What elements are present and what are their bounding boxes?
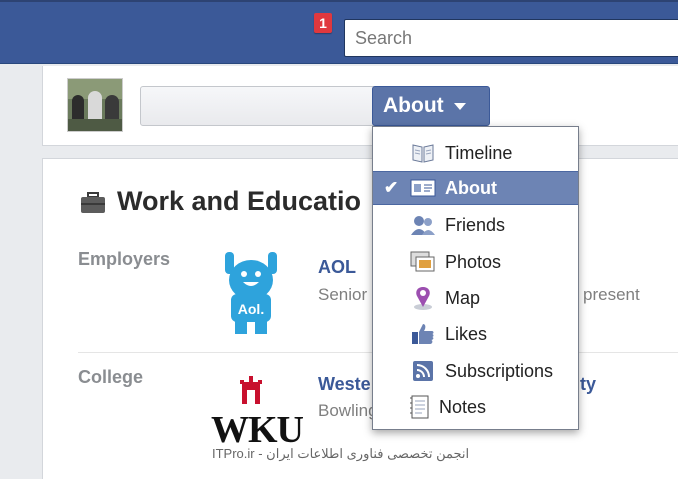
rss-icon xyxy=(410,358,436,384)
menu-item-about[interactable]: ✔ About xyxy=(373,171,578,205)
employer-dates-text: present xyxy=(583,285,640,304)
friends-icon xyxy=(410,212,436,238)
search-box[interactable] xyxy=(344,19,678,57)
menu-item-photos[interactable]: Photos xyxy=(373,245,578,279)
employer-role-text: Senior xyxy=(318,285,368,304)
employer-link[interactable]: AOL xyxy=(318,257,356,278)
like-thumb-icon xyxy=(410,321,436,347)
menu-item-timeline[interactable]: Timeline xyxy=(373,136,578,170)
menu-item-label: Likes xyxy=(445,323,488,344)
college-location-text: Bowling xyxy=(318,401,378,420)
aol-logo[interactable]: Aol. xyxy=(221,250,281,336)
about-id-card-icon xyxy=(410,175,436,201)
college-link-tail[interactable]: ty xyxy=(580,374,596,395)
college-link[interactable]: Weste xyxy=(318,374,371,395)
about-tab-button[interactable]: About xyxy=(372,86,490,126)
menu-item-label: Subscriptions xyxy=(445,360,554,381)
menu-item-subscriptions[interactable]: Subscriptions xyxy=(373,354,578,388)
briefcase-icon xyxy=(81,192,105,213)
checkmark-icon: ✔ xyxy=(384,178,399,197)
menu-item-notes[interactable]: Notes xyxy=(373,390,578,424)
section-title: Work and Educatio xyxy=(117,186,362,216)
menu-item-label: About xyxy=(445,177,497,198)
profile-nav-field[interactable] xyxy=(140,86,376,126)
menu-item-map[interactable]: Map xyxy=(373,281,578,315)
notes-icon xyxy=(407,394,433,420)
notification-badge[interactable]: 1 xyxy=(314,13,332,33)
menu-item-label: Notes xyxy=(439,396,487,417)
menu-item-friends[interactable]: Friends xyxy=(373,208,578,242)
watermark-text: ITPro.ir - انجمن تخصصی فناوری اطلاعات ای… xyxy=(212,446,470,461)
avatar-photo-ground xyxy=(68,119,122,131)
employers-label: Employers xyxy=(78,249,171,269)
topbar-accent-line xyxy=(0,0,678,2)
timeline-book-icon xyxy=(410,140,436,166)
map-pin-icon xyxy=(410,285,436,311)
svg-text:Aol.: Aol. xyxy=(238,301,264,317)
wku-emblem-icon xyxy=(240,376,262,404)
menu-item-label: Photos xyxy=(445,251,502,272)
about-tab-label: About xyxy=(383,94,444,117)
avatar[interactable] xyxy=(67,78,123,132)
menu-item-likes[interactable]: Likes xyxy=(373,317,578,351)
chevron-down-icon xyxy=(453,102,466,110)
profile-sections-dropdown: Timeline ✔ About Friends Photos Map Like… xyxy=(372,126,579,430)
menu-item-label: Map xyxy=(445,287,481,308)
search-input[interactable] xyxy=(345,20,678,56)
menu-item-label: Timeline xyxy=(445,142,513,163)
photos-icon xyxy=(410,249,436,275)
menu-item-label: Friends xyxy=(445,214,506,235)
college-label: College xyxy=(78,367,144,387)
